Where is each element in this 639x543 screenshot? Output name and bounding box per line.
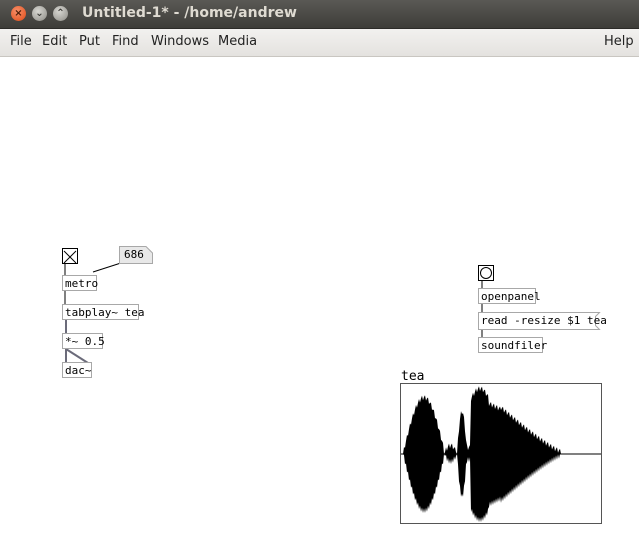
menu-find[interactable]: Find	[112, 34, 139, 49]
multiply-label: *~ 0.5	[65, 335, 105, 348]
menu-file[interactable]: File	[10, 34, 32, 49]
toggle[interactable]	[62, 248, 78, 264]
openpanel-object[interactable]: openpanel	[478, 288, 541, 304]
toggle-x-icon	[63, 250, 77, 264]
close-window-button[interactable]: ×	[11, 6, 26, 21]
waveform	[401, 386, 601, 523]
dac-object[interactable]: dac~	[62, 362, 92, 378]
menu-windows[interactable]: Windows	[151, 34, 209, 49]
array-graph-tea[interactable]	[400, 383, 602, 524]
openpanel-label: openpanel	[481, 290, 541, 303]
number-box-value: 686	[124, 248, 144, 261]
menu-edit[interactable]: Edit	[42, 34, 67, 49]
menu-put[interactable]: Put	[79, 34, 100, 49]
metro-label: metro	[65, 277, 99, 290]
array-name-label: tea	[401, 369, 425, 384]
metro-object[interactable]: metro	[62, 275, 99, 291]
menu-media[interactable]: Media	[218, 34, 257, 49]
window-title: Untitled-1* - /home/andrew	[82, 5, 297, 21]
multiply-object[interactable]: *~ 0.5	[62, 333, 105, 349]
title-bar: × ⌄ ⌃ Untitled-1* - /home/andrew	[0, 0, 639, 29]
tabplay-label: tabplay~ tea	[65, 306, 145, 319]
read-message-label: read -resize $1 tea	[481, 314, 607, 327]
tabplay-object[interactable]: tabplay~ tea	[62, 304, 144, 320]
minimize-window-button[interactable]: ⌄	[32, 6, 47, 21]
bang-button[interactable]	[478, 265, 494, 281]
soundfiler-object[interactable]: soundfiler	[478, 337, 547, 353]
dac-label: dac~	[65, 364, 92, 377]
menu-help[interactable]: Help	[604, 34, 634, 49]
menu-bar: File Edit Put Find Windows Media Help	[0, 29, 639, 57]
maximize-window-button[interactable]: ⌃	[53, 6, 68, 21]
soundfiler-label: soundfiler	[481, 339, 548, 352]
